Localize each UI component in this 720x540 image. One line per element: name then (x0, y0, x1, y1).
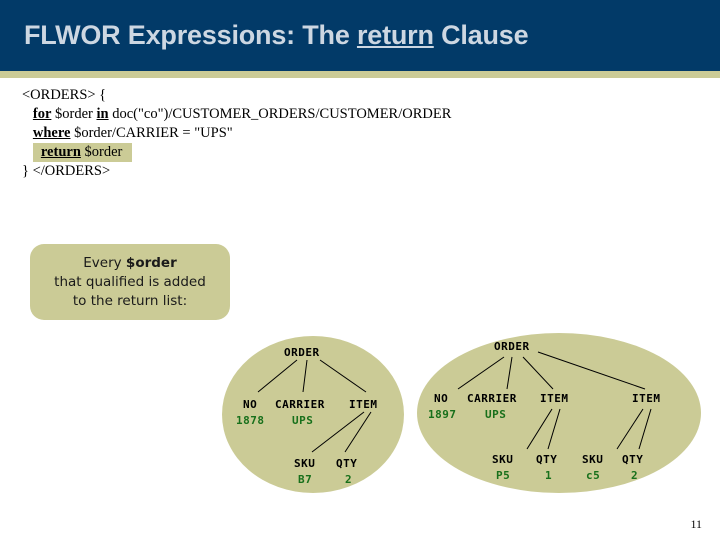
tree2-value-no: 1897 (428, 408, 457, 421)
code-line-5: } </ORDERS> (22, 162, 451, 181)
tree1-value-no: 1878 (236, 414, 265, 427)
page-title-after: Clause (433, 20, 529, 50)
code-segment-group: for $order in doc("co")/CUSTOMER_ORDERS/… (33, 106, 452, 122)
tree1-node-order: ORDER (284, 346, 320, 359)
code-text: $order (51, 106, 97, 122)
code-keyword: return (40, 144, 81, 160)
code-text: doc("co")/CUSTOMER_ORDERS/CUSTOMER/ORDER (108, 106, 452, 122)
callout-line-1-bold: $order (125, 254, 177, 271)
code-segment-group: <ORDERS> { (22, 87, 106, 103)
tree2-value-qty-2: 2 (631, 469, 639, 482)
code-highlighted-clause: return $order (32, 143, 133, 162)
code-text: <ORDERS> { (22, 87, 107, 103)
tree2-node-item-2: ITEM (632, 392, 661, 405)
tree2-node-qty-1: QTY (536, 453, 558, 466)
tree2-node-item-1: ITEM (540, 392, 569, 405)
tree1-node-carrier: CARRIER (275, 398, 325, 411)
code-keyword: where (32, 125, 71, 141)
code-line-1: <ORDERS> { (22, 86, 451, 105)
code-line-2: for $order in doc("co")/CUSTOMER_ORDERS/… (22, 105, 452, 124)
callout-box: Every $order that qualified is added to … (30, 244, 230, 320)
tree2-value-sku-2: c5 (586, 469, 601, 482)
page-number: 11 (690, 517, 702, 531)
xquery-code-block: <ORDERS> { for $order in doc("co")/CUSTO… (22, 86, 451, 181)
tree2-node-no: NO (434, 392, 449, 405)
tree1-value-sku: B7 (298, 473, 313, 486)
callout-line-3: to the return list: (72, 292, 188, 309)
tree1-node-sku: SKU (294, 457, 316, 470)
code-text: $order/CARRIER = "UPS" (70, 125, 233, 141)
tree1-node-qty: QTY (336, 457, 358, 470)
tree1-node-item: ITEM (349, 398, 378, 411)
callout-line-1-prefix: Every (83, 254, 126, 271)
tree2-node-order: ORDER (494, 340, 530, 353)
tree2-node-carrier: CARRIER (467, 392, 517, 405)
tree2-value-sku-1: P5 (496, 469, 511, 482)
callout-line-1: Every $order (83, 254, 176, 273)
code-text: } </ORDERS> (22, 163, 111, 179)
header-divider (0, 71, 720, 78)
tree1-node-no: NO (243, 398, 258, 411)
tree1-value-qty: 2 (345, 473, 353, 486)
code-segment-group: } </ORDERS> (22, 163, 110, 179)
callout-line-2: that qualified is added (54, 273, 206, 290)
code-line-3: where $order/CARRIER = "UPS" (22, 124, 451, 143)
page-title: FLWOR Expressions: The return Clause (24, 20, 529, 51)
tree2-value-carrier: UPS (485, 408, 507, 421)
order-tree-2-background (417, 333, 701, 493)
tree1-value-carrier: UPS (292, 414, 314, 427)
code-segment-group: where $order/CARRIER = "UPS" (33, 125, 233, 141)
tree2-node-sku-1: SKU (492, 453, 514, 466)
tree2-value-qty-1: 1 (545, 469, 553, 482)
tree2-node-qty-2: QTY (622, 453, 644, 466)
code-line-4: return $order (22, 143, 451, 162)
page-title-before: FLWOR Expressions: The (24, 20, 357, 50)
code-keyword: for (32, 106, 52, 122)
code-text: $order (80, 144, 123, 160)
code-keyword: in (96, 106, 109, 122)
tree2-node-sku-2: SKU (582, 453, 604, 466)
page-title-keyword: return (356, 20, 434, 50)
